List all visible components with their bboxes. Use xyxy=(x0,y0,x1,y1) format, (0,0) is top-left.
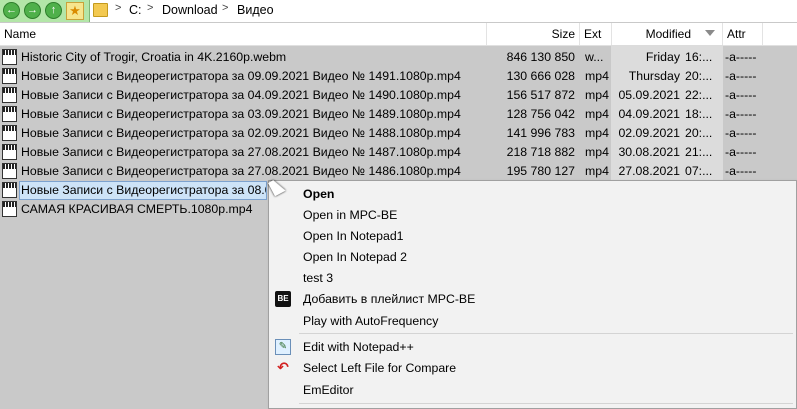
file-date: Friday xyxy=(645,50,680,64)
column-ext[interactable]: Ext xyxy=(580,23,612,45)
file-ext: w... xyxy=(585,50,604,64)
column-name[interactable]: Name xyxy=(0,23,487,45)
back-arrow-icon[interactable]: ← xyxy=(3,2,20,19)
favorites-star-icon[interactable]: ★ xyxy=(66,2,84,20)
table-row[interactable]: MPC Новые Записи с Видеорегистратора за 2… xyxy=(0,143,797,162)
video-file-icon: MPC xyxy=(2,87,17,103)
address-bar[interactable]: > C: > Download > Видео xyxy=(89,0,797,22)
file-time: 22:... xyxy=(685,88,713,102)
menu-item-open-notepad1[interactable]: Open In Notepad1 xyxy=(303,226,404,246)
context-menu: Open Open in MPC-BE Open In Notepad1 Ope… xyxy=(268,180,797,409)
table-row[interactable]: MPC Новые Записи с Видеорегистратора за 2… xyxy=(0,162,797,181)
breadcrumb-separator: > xyxy=(115,2,122,14)
file-size: 195 780 127 xyxy=(506,164,575,178)
menu-item-open-notepad2[interactable]: Open In Notepad 2 xyxy=(303,247,407,267)
file-name: Historic City of Trogir, Croatia in 4K.2… xyxy=(21,50,287,64)
file-date: 30.08.2021 xyxy=(618,145,680,159)
menu-item-edit-notepadpp[interactable]: Edit with Notepad++ xyxy=(303,337,414,357)
column-attr[interactable]: Attr xyxy=(723,23,763,45)
file-date: Thursday xyxy=(628,69,680,83)
file-attr: -a----- xyxy=(725,164,757,178)
file-size: 130 666 028 xyxy=(506,69,575,83)
file-time: 16:... xyxy=(685,50,713,64)
table-row[interactable]: MPC Новые Записи с Видеорегистратора за 0… xyxy=(0,124,797,143)
file-size: 846 130 850 xyxy=(506,50,575,64)
file-size: 218 718 882 xyxy=(506,145,575,159)
table-row[interactable]: MPC Новые Записи с Видеорегистратора за 0… xyxy=(0,86,797,105)
up-arrow-icon[interactable]: ↑ xyxy=(45,2,62,19)
file-attr: -a----- xyxy=(725,126,757,140)
menu-separator xyxy=(299,333,793,334)
file-attr: -a----- xyxy=(725,69,757,83)
file-time: 18:... xyxy=(685,107,713,121)
toolbar: ← → ↑ ★ > C: > Download > Видео xyxy=(0,0,797,22)
menu-separator xyxy=(299,403,793,404)
video-file-icon: MPC xyxy=(2,125,17,141)
file-size: 128 756 042 xyxy=(506,107,575,121)
menu-item-test3[interactable]: test 3 xyxy=(303,268,333,288)
table-row[interactable]: MPC Historic City of Trogir, Croatia in 4… xyxy=(0,48,797,67)
file-time: 21:... xyxy=(685,145,713,159)
file-name: Новые Записи с Видеорегистратора за 27.0… xyxy=(21,145,461,159)
menu-item-emeditor[interactable]: EmEditor xyxy=(303,380,354,400)
compare-undo-icon: ↶ xyxy=(277,359,289,375)
notepad-plus-plus-icon: ✎ xyxy=(275,339,291,355)
file-name: Новые Записи с Видеорегистратора за 03.0… xyxy=(21,107,461,121)
breadcrumb-separator: > xyxy=(222,2,229,14)
breadcrumb-separator: > xyxy=(147,2,154,14)
file-ext: mp4 xyxy=(585,107,609,121)
file-ext: mp4 xyxy=(585,69,609,83)
file-attr: -a----- xyxy=(725,107,757,121)
file-time: 07:... xyxy=(685,164,713,178)
file-time: 20:... xyxy=(685,126,713,140)
file-name: Новые Записи с Видеорегистратора за 02.0… xyxy=(21,126,461,140)
menu-item-open-mpc[interactable]: Open in MPC-BE xyxy=(303,205,397,225)
file-date: 02.09.2021 xyxy=(618,126,680,140)
video-file-icon: MPC xyxy=(2,49,17,65)
breadcrumb-download[interactable]: Download xyxy=(162,3,218,17)
breadcrumb-video[interactable]: Видео xyxy=(237,3,274,17)
video-file-icon: MPC xyxy=(2,182,17,198)
file-attr: -a----- xyxy=(725,88,757,102)
video-file-icon: MPC xyxy=(2,106,17,122)
video-file-icon: MPC xyxy=(2,68,17,84)
file-name: Новые Записи с Видеорегистратора за 09.0… xyxy=(21,69,461,83)
file-size: 156 517 872 xyxy=(506,88,575,102)
menu-item-select-left-compare[interactable]: Select Left File for Compare xyxy=(303,358,456,378)
file-name: Новые Записи с Видеорегистратора за 27.0… xyxy=(21,164,461,178)
file-name: Новые Записи с Видеорегистратора за 04.0… xyxy=(21,88,461,102)
file-attr: -a----- xyxy=(725,50,757,64)
file-date: 05.09.2021 xyxy=(618,88,680,102)
video-file-icon: MPC xyxy=(2,201,17,217)
breadcrumb-drive[interactable]: C: xyxy=(129,3,142,17)
file-ext: mp4 xyxy=(585,145,609,159)
mpc-be-icon: BE xyxy=(275,291,291,307)
file-time: 20:... xyxy=(685,69,713,83)
file-size: 141 996 783 xyxy=(506,126,575,140)
menu-item-open[interactable]: Open xyxy=(303,184,334,204)
menu-item-add-playlist[interactable]: Добавить в плейлист MPC-BE xyxy=(303,289,475,309)
file-name: Новые Записи с Видеорегистратора за 08.0 xyxy=(21,183,266,197)
video-file-icon: MPC xyxy=(2,163,17,179)
table-row[interactable]: MPC Новые Записи с Видеорегистратора за 0… xyxy=(0,105,797,124)
menu-item-play-autofrequency[interactable]: Play with AutoFrequency xyxy=(303,311,438,331)
sort-descending-icon xyxy=(705,30,715,36)
file-attr: -a----- xyxy=(725,145,757,159)
file-date: 27.08.2021 xyxy=(618,164,680,178)
video-file-icon: MPC xyxy=(2,144,17,160)
folder-icon xyxy=(93,3,108,17)
file-ext: mp4 xyxy=(585,126,609,140)
column-size[interactable]: Size xyxy=(487,23,580,45)
column-header: Name Size Ext Modified Attr xyxy=(0,23,797,46)
file-ext: mp4 xyxy=(585,88,609,102)
file-ext: mp4 xyxy=(585,164,609,178)
table-row[interactable]: MPC Новые Записи с Видеорегистратора за 0… xyxy=(0,67,797,86)
forward-arrow-icon[interactable]: → xyxy=(24,2,41,19)
file-date: 04.09.2021 xyxy=(618,107,680,121)
